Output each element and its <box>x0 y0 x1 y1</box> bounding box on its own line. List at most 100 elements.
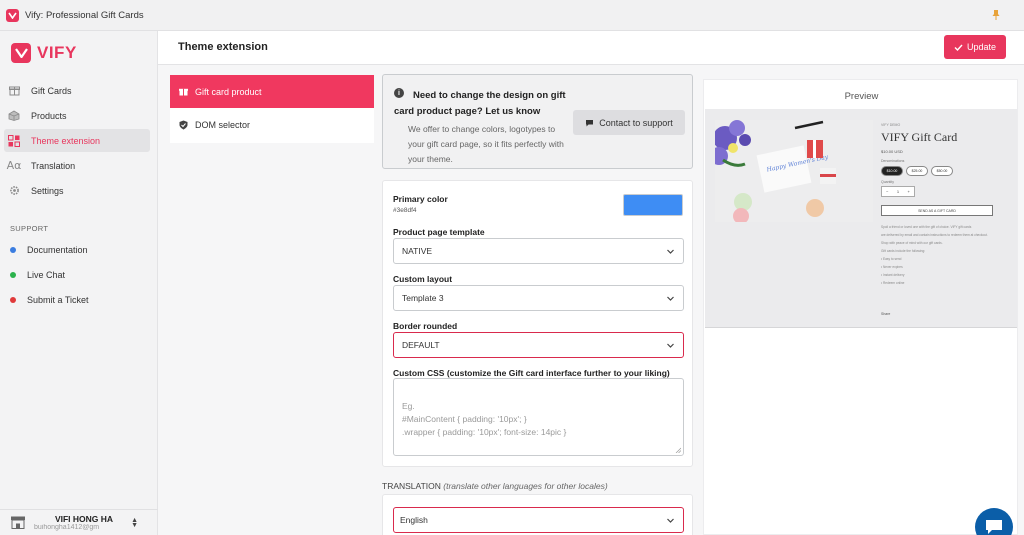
support-item-submit-ticket[interactable]: Submit a Ticket <box>0 287 158 312</box>
chevron-updown-icon: ▲ ▼ <box>131 517 138 529</box>
vify-logo-icon <box>11 43 31 63</box>
mock-description: Spoil a friend or loved one with the gif… <box>881 223 999 287</box>
translation-hint: (translate other languages for other loc… <box>443 481 608 491</box>
resize-grip-icon[interactable] <box>675 447 681 453</box>
pin-icon[interactable] <box>992 10 1000 20</box>
sidebar-item-label: Translation <box>31 160 76 171</box>
chevron-down-icon <box>667 518 674 523</box>
vify-app-icon <box>6 8 19 22</box>
mock-product-title: VIFY Gift Card <box>881 130 958 144</box>
gift-card-product-image: Happy Women's Day <box>715 120 873 222</box>
mock-denomination-label: Denominations <box>881 159 905 163</box>
translation-title: TRANSLATION <box>382 481 441 491</box>
chevron-down-icon <box>667 343 674 348</box>
sidebar-item-products[interactable]: Products <box>4 104 150 127</box>
mock-description-line: • Redeem online <box>881 281 905 285</box>
blue-dot-icon <box>10 246 16 253</box>
checkmark-icon <box>954 44 963 51</box>
mock-denomination-option: $50.00 <box>931 166 953 176</box>
banner-title: Need to change the design on gift card p… <box>394 90 566 117</box>
sidebar-item-label: Products <box>31 110 67 121</box>
template-label: Product page template <box>393 227 485 237</box>
contact-support-button[interactable]: Contact to support <box>573 110 685 135</box>
gift-card-icon <box>8 85 20 97</box>
account-email: buihongha1412@gm <box>34 523 100 531</box>
green-dot-icon <box>10 271 16 278</box>
sidebar-item-theme-extension[interactable]: Theme extension <box>4 129 150 152</box>
primary-color-value: #3e8df4 <box>393 207 417 214</box>
mock-description-line: • Easy to send <box>881 257 902 261</box>
border-label: Border rounded <box>393 321 458 331</box>
preview-panel: Preview Happy Women's Day VIFY DEMO VIFY… <box>703 79 1018 535</box>
primary-color-swatch[interactable] <box>623 194 683 216</box>
window-title: Vify: Professional Gift Cards <box>25 9 144 21</box>
design-help-banner: i Need to change the design on gift card… <box>382 74 693 169</box>
mock-description-line: • Never expires <box>881 265 903 269</box>
settings-tabs: Gift card product DOM selector <box>170 75 374 143</box>
red-dot-icon <box>10 296 16 303</box>
support-item-live-chat[interactable]: Live Chat <box>0 262 158 287</box>
custom-css-label: Custom CSS (customize the Gift card inte… <box>393 368 670 378</box>
language-select[interactable]: English <box>393 507 684 533</box>
banner-body: We offer to change colors, logotypes to … <box>408 124 564 164</box>
border-select-value: DEFAULT <box>402 340 440 350</box>
brand-name: VIFY <box>37 43 77 62</box>
primary-color-label: Primary color <box>393 194 448 204</box>
tab-gift-card-product[interactable]: Gift card product <box>170 75 374 108</box>
mock-denomination-option: $10.00 <box>881 166 903 176</box>
tab-label: DOM selector <box>195 119 251 130</box>
translation-card: English <box>382 494 693 535</box>
account-switcher[interactable]: VIFI HONG HA buihongha1412@gm ▲ ▼ <box>0 509 158 535</box>
preview-frame: Happy Women's Day VIFY DEMO VIFY Gift Ca… <box>705 109 1017 328</box>
template-select[interactable]: NATIVE <box>393 238 684 264</box>
template-select-value: NATIVE <box>402 246 433 256</box>
mock-description-line: Shop with peace of mind with our gift ca… <box>881 241 943 245</box>
gift-icon <box>178 87 188 97</box>
mock-description-line: • Instant delivery <box>881 273 905 277</box>
border-select[interactable]: DEFAULT <box>393 332 684 358</box>
sidebar-item-label: Settings <box>31 185 64 196</box>
chevron-down-icon <box>667 249 674 254</box>
theme-settings-card: Primary color #3e8df4 Product page templ… <box>382 180 693 467</box>
mock-description-line: Gift cards include the following: <box>881 249 926 253</box>
tab-dom-selector[interactable]: DOM selector <box>170 108 374 141</box>
page-header: Theme extension Update <box>158 31 1024 65</box>
language-select-value: English <box>400 515 428 525</box>
mock-quantity-label: Quantity <box>881 180 895 184</box>
vify-logo[interactable]: VIFY <box>11 43 77 63</box>
mock-send-gift-button: SEND AS A GIFT CARD <box>881 205 993 216</box>
products-icon <box>8 110 20 122</box>
update-button-label: Update <box>966 42 997 52</box>
page-title: Theme extension <box>178 41 268 53</box>
sidebar-item-label: Theme extension <box>31 135 101 146</box>
settings-icon <box>8 185 20 197</box>
custom-css-placeholder: Eg. #MainContent { padding: '10px'; } .w… <box>402 401 567 437</box>
mock-quantity-stepper: − 1 + <box>881 186 915 197</box>
preview-title: Preview <box>844 91 879 102</box>
account-name: VIFI HONG HA <box>54 513 114 524</box>
shield-check-icon <box>178 120 188 130</box>
layout-select[interactable]: Template 3 <box>393 285 684 311</box>
update-button[interactable]: Update <box>944 35 1006 59</box>
mock-plus-icon: + <box>907 189 910 194</box>
layout-select-value: Template 3 <box>402 293 444 303</box>
store-icon <box>11 516 25 529</box>
mock-description-line: are delivered by email and contain instr… <box>881 233 988 237</box>
mock-brand: VIFY DEMO <box>881 123 901 127</box>
sidebar-item-translation[interactable]: Aα Translation <box>4 154 150 177</box>
support-item-label: Documentation <box>27 244 88 255</box>
support-section-title: SUPPORT <box>10 224 49 233</box>
sidebar-item-settings[interactable]: Settings <box>4 179 150 202</box>
layout-label: Custom layout <box>393 274 453 284</box>
mock-share-link: Share <box>881 312 891 316</box>
support-item-documentation[interactable]: Documentation <box>0 237 158 262</box>
mock-quantity-value: 1 <box>896 189 900 194</box>
support-item-label: Submit a Ticket <box>27 294 89 305</box>
contact-support-label: Contact to support <box>599 117 673 128</box>
chevron-down-icon <box>667 296 674 301</box>
sidebar-item-gift-cards[interactable]: Gift Cards <box>4 79 150 102</box>
theme-icon <box>8 134 20 147</box>
custom-css-textarea[interactable]: Eg. #MainContent { padding: '10px'; } .w… <box>393 378 684 456</box>
tab-label: Gift card product <box>195 86 262 97</box>
sidebar-nav: Gift Cards Products Theme extension Aα T… <box>0 79 158 204</box>
